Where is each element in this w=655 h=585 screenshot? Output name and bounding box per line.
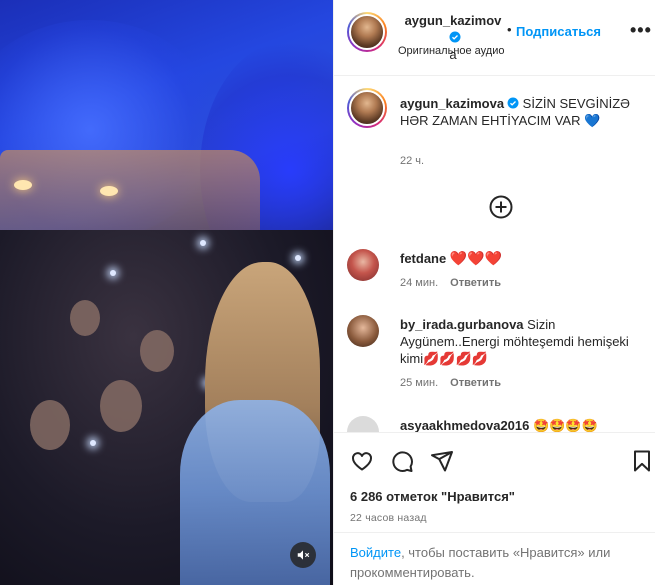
reply-button[interactable]: Ответить bbox=[450, 277, 501, 289]
comment-item: by_irada.gurbanova Sizin Aygünem..Energi… bbox=[347, 315, 647, 395]
comment-username[interactable]: fetdane bbox=[400, 251, 446, 266]
caption-emoji: 💙 bbox=[584, 113, 601, 128]
reply-button[interactable]: Ответить bbox=[450, 377, 501, 389]
likes-count[interactable]: 6 286 отметок "Нравится" bbox=[350, 489, 515, 504]
save-icon[interactable] bbox=[630, 449, 654, 473]
post-video[interactable] bbox=[0, 0, 333, 585]
more-icon[interactable]: ••• bbox=[630, 20, 652, 41]
phone-light bbox=[90, 440, 96, 446]
comment-item: fetdane ❤️❤️❤️ 24 мин. Ответить bbox=[347, 249, 647, 295]
comment-username[interactable]: by_irada.gurbanova bbox=[400, 317, 524, 332]
commenter-avatar[interactable] bbox=[347, 249, 379, 281]
login-prompt: Войдите, чтобы поставить «Нравится» или … bbox=[334, 532, 655, 585]
ceiling-light bbox=[100, 186, 118, 196]
comment-time: 25 мин. bbox=[400, 377, 439, 389]
follow-button[interactable]: Подписаться bbox=[516, 24, 601, 39]
comment-body: ❤️❤️❤️ bbox=[449, 250, 503, 266]
mute-icon bbox=[297, 550, 310, 560]
crowd-face bbox=[70, 300, 100, 336]
separator-dot: • bbox=[507, 22, 512, 37]
login-link[interactable]: Войдите bbox=[350, 545, 401, 560]
audio-label[interactable]: Оригинальное аудио bbox=[398, 45, 505, 57]
post-header: aygun_kazimov a • Подписаться Оригинальн… bbox=[334, 0, 655, 76]
phone-light bbox=[110, 270, 116, 276]
like-icon[interactable] bbox=[350, 449, 374, 473]
comment-meta: 25 мин. Ответить bbox=[400, 377, 501, 389]
verified-badge-icon bbox=[507, 97, 519, 109]
caption-time: 22 ч. bbox=[400, 155, 425, 167]
comment-body: 🤩🤩🤩🤩 bbox=[533, 418, 598, 432]
ceiling-light bbox=[14, 180, 32, 190]
caption-text: aygun_kazimova SİZİN SEVGİNİZƏ HƏR ZAMAN… bbox=[400, 95, 640, 129]
commenter-avatar[interactable] bbox=[347, 315, 379, 347]
mute-button[interactable] bbox=[290, 542, 316, 568]
comment-text: asyaakhmedova2016 🤩🤩🤩🤩 bbox=[400, 417, 645, 432]
phone-light bbox=[295, 255, 301, 261]
comment-text: by_irada.gurbanova Sizin Aygünem..Energi… bbox=[400, 316, 650, 367]
comment-meta: 24 мин. Ответить bbox=[400, 277, 501, 289]
comment-item: asyaakhmedova2016 🤩🤩🤩🤩 bbox=[347, 414, 647, 432]
comment-icon[interactable] bbox=[390, 449, 414, 473]
crowd-face bbox=[140, 330, 174, 372]
caption-username[interactable]: aygun_kazimova bbox=[400, 96, 504, 111]
verified-badge-icon bbox=[449, 31, 460, 43]
crowd-face bbox=[30, 400, 70, 450]
post-side-panel: aygun_kazimov a • Подписаться Оригинальн… bbox=[333, 0, 655, 585]
author-avatar[interactable] bbox=[347, 12, 387, 52]
post-timestamp[interactable]: 22 часов назад bbox=[350, 512, 427, 524]
crowd-face bbox=[100, 380, 142, 432]
comment-time: 24 мин. bbox=[400, 277, 439, 289]
caption-avatar[interactable] bbox=[347, 88, 387, 128]
phone-light bbox=[200, 240, 206, 246]
commenter-avatar[interactable] bbox=[347, 416, 379, 432]
load-more-icon[interactable] bbox=[489, 195, 513, 219]
comment-username[interactable]: asyaakhmedova2016 bbox=[400, 418, 529, 432]
comment-text: fetdane ❤️❤️❤️ bbox=[400, 250, 645, 267]
share-icon[interactable] bbox=[430, 449, 454, 473]
post-actions: 6 286 отметок "Нравится" 22 часов назад bbox=[334, 432, 655, 542]
